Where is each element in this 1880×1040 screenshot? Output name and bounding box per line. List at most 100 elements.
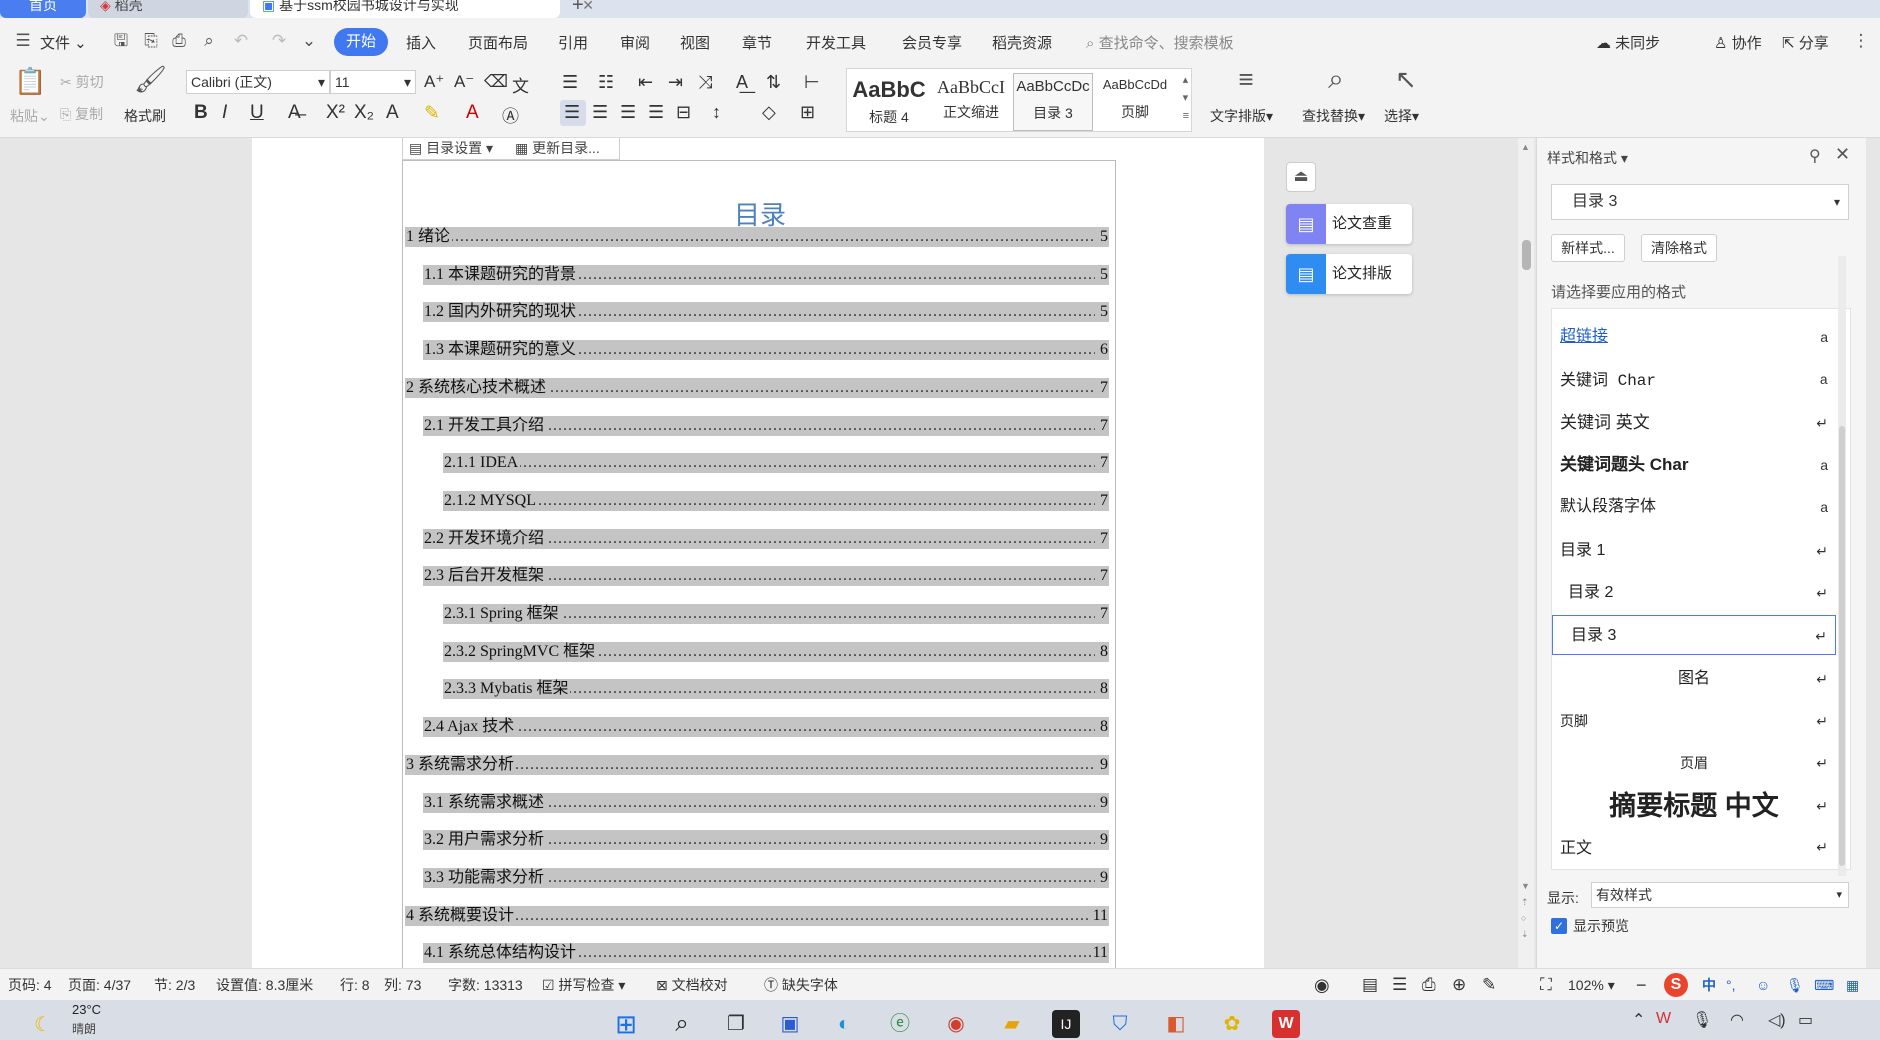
style-item-footer[interactable]: 页脚 ↵ [1552,701,1836,741]
italic-icon[interactable]: I [222,102,227,124]
toc-update-button[interactable]: ▦ 更新目录... [515,138,600,158]
tray-mic-icon[interactable]: 🎙 [1692,1010,1712,1030]
tab-developer[interactable]: 开发工具 [806,32,866,53]
format-painter-button[interactable]: 格式刷 [124,106,166,126]
style-item-keyword-en[interactable]: 关键词 英文 ↵ [1552,403,1836,443]
style-item-toc3[interactable]: 目录 3 ↵ [1552,615,1836,655]
toc-entry[interactable]: ........................................… [443,604,1109,624]
close-icon[interactable]: ✕ [1835,144,1850,165]
status-col[interactable]: 列: 73 [384,969,421,1001]
emoji-icon[interactable]: ☺ [1756,969,1770,1001]
copy-button[interactable]: ⎘ 复制 [60,104,103,124]
redo-icon[interactable]: ↷ [270,32,288,50]
align-right-icon[interactable]: ☰ [620,102,636,123]
command-search[interactable]: ⌕ 查找命令、搜索模板 [1086,32,1234,53]
font-name-select[interactable]: Calibri (正文) ▾ [186,70,330,94]
sync-status[interactable]: ☁ 未同步 [1596,32,1660,53]
toc-entry[interactable]: ........................................… [423,943,1109,964]
highlight-icon[interactable]: ✎ [424,102,440,125]
tab-chapter[interactable]: 章节 [742,32,772,53]
scroll-up-icon[interactable]: ▲ [1521,142,1530,152]
font-color-icon[interactable]: A [466,102,479,124]
style-list-scroll-thumb[interactable] [1839,426,1845,866]
font-size-select[interactable]: 11 ▾ [330,70,416,94]
clear-format-icon[interactable]: ⌫ [484,72,508,92]
eye-protect-icon[interactable]: ◉ [1314,969,1330,1001]
tab-docer[interactable]: ◈ 稻壳 [88,0,248,18]
status-setting[interactable]: 设置值: 8.3厘米 [216,969,313,1001]
file-menu[interactable]: 文件 ⌄ [40,32,87,53]
collaborate-button[interactable]: ♙ 协作 [1714,32,1762,53]
style-item-default-font[interactable]: 默认段落字体 a [1552,487,1836,527]
style-item-header[interactable]: 页眉 ↵ [1552,743,1836,783]
toc-entry[interactable]: ........................................… [423,717,1109,738]
web-view-icon[interactable]: ⊕ [1452,969,1466,1001]
tab-home[interactable]: 首页 [0,0,86,18]
format-painter-icon[interactable]: 🖌 [134,66,167,92]
paper-check-button[interactable]: ▤ 论文查重 [1286,204,1412,244]
bold-icon[interactable]: B [194,102,208,124]
spell-check-button[interactable]: ☑ 拼写检查 ▾ [542,969,625,1001]
magnifier-icon[interactable]: ⌕ [1320,65,1352,93]
toolbox-icon[interactable]: ▦ [1846,969,1859,1001]
wifi-icon[interactable]: ◠ [1730,1010,1744,1030]
page-view-icon[interactable]: ▤ [1362,969,1378,1001]
style-item-abstract-title[interactable]: 摘要标题 中文 ↵ [1552,783,1836,829]
text-layout-icon[interactable]: ≡ [1230,66,1262,92]
strikethrough-icon[interactable]: A̶ [288,102,301,124]
style-heading4[interactable]: AaBbC 标题 4 [849,73,929,131]
style-item-hyperlink[interactable]: 超链接 a [1552,317,1836,357]
search-icon[interactable]: ⌕ [668,1010,696,1038]
tray-expand-icon[interactable]: ⌃ [1632,1010,1645,1030]
windows-start-icon[interactable]: ⊞ [612,1010,640,1038]
toc-entry[interactable]: ........................................… [423,867,1109,888]
wps-icon[interactable]: W [1272,1010,1300,1038]
toc-entry[interactable]: ........................................… [423,528,1109,549]
style-item-toc1[interactable]: 目录 1 ↵ [1552,531,1836,571]
underline-icon[interactable]: U [250,102,264,124]
weather-temp[interactable]: 23°C [72,1002,101,1017]
justify-icon[interactable]: ☰ [648,102,664,123]
toc-entry[interactable]: ........................................… [423,792,1109,813]
style-item-figure-name[interactable]: 图名 ↵ [1552,659,1836,699]
style-footer[interactable]: AaBbCcDd 页脚 [1095,73,1175,131]
status-section[interactable]: 节: 2/3 [154,969,195,1001]
toc-entry[interactable]: ........................................… [423,340,1109,361]
toc-entry[interactable]: ........................................… [405,754,1109,775]
scrollbar-thumb[interactable] [1522,240,1531,270]
superscript-icon[interactable]: X² [326,102,345,124]
gallery-scroll-icon[interactable]: ▴ ▾ ≡ [1183,71,1189,125]
select-button[interactable]: 选择▾ [1384,106,1419,126]
vertical-scrollbar[interactable]: ▲ ▼ ⇡ ○ ⇣ [1518,138,1534,968]
toc-entry[interactable]: ........................................… [443,641,1109,662]
toc-entry[interactable]: ........................................… [423,415,1109,436]
cut-button[interactable]: ✂ 剪切 [60,72,104,92]
outline-view-icon[interactable]: ☰ [1392,969,1407,1001]
tab-review[interactable]: 审阅 [620,32,650,53]
undo-icon[interactable]: ↶ [232,32,250,50]
text-direction-icon[interactable]: A͟ [736,72,748,93]
missing-font-button[interactable]: Ⓣ 缺失字体 [764,969,838,1001]
status-page[interactable]: 页面: 4/37 [68,969,131,1001]
intellij-icon[interactable]: IJ [1052,1010,1080,1038]
paste-button[interactable]: 粘贴⌄ [10,106,50,126]
hamburger-icon[interactable]: ☰ [14,32,32,50]
toc-entry[interactable]: ........................................… [423,264,1109,285]
microphone-icon[interactable]: 🎙 [1786,969,1804,1001]
style-toc3[interactable]: AaBbCcDc 目录 3 [1013,73,1093,131]
save-icon[interactable]: 🖫 [112,32,130,50]
close-icon[interactable]: ✕ [582,0,594,16]
tab-insert[interactable]: 插入 [406,32,436,53]
cursor-icon[interactable]: ↖ [1392,66,1420,92]
toc-entry[interactable]: ........................................… [405,377,1109,398]
phonetic-icon[interactable]: 文 [512,72,529,97]
text-layout-button[interactable]: 文字排版▾ [1210,106,1273,126]
align-left-button[interactable]: ☰ [560,100,586,126]
print-icon[interactable]: ⎙ [170,32,188,50]
folder-icon[interactable]: ▰ [998,1010,1026,1038]
distribute-icon[interactable]: ⊟ [676,102,691,123]
current-style-select[interactable]: 目录 3 ▾ [1551,184,1849,220]
line-spacing-icon[interactable]: ↕ [712,102,721,123]
borders-icon[interactable]: ⊞ [800,102,815,123]
grow-font-icon[interactable]: A⁺ [424,72,444,92]
